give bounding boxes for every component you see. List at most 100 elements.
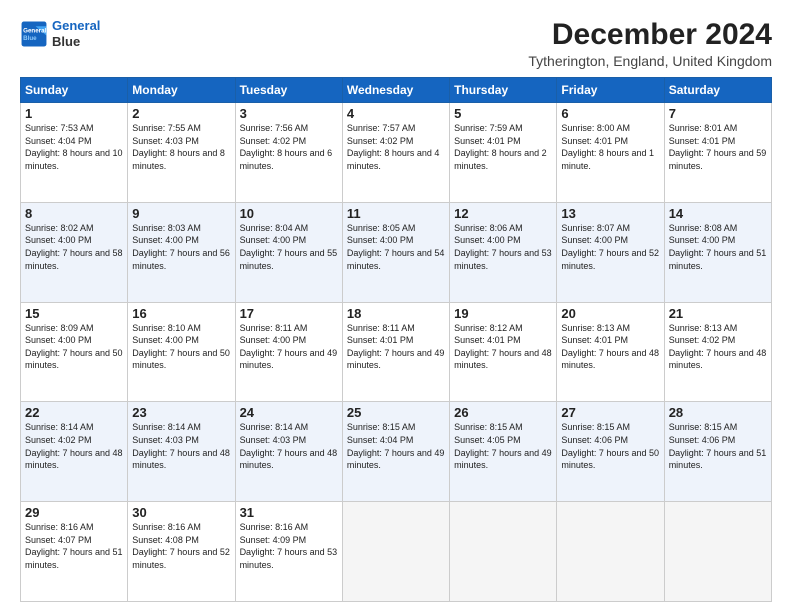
day-info: Sunrise: 8:01 AMSunset: 4:01 PMDaylight:… (669, 122, 767, 172)
day-info: Sunrise: 8:11 AMSunset: 4:00 PMDaylight:… (240, 322, 338, 372)
day-info: Sunrise: 7:59 AMSunset: 4:01 PMDaylight:… (454, 122, 552, 172)
day-info: Sunrise: 8:08 AMSunset: 4:00 PMDaylight:… (669, 222, 767, 272)
calendar-cell: 4Sunrise: 7:57 AMSunset: 4:02 PMDaylight… (342, 103, 449, 203)
calendar-cell: 25Sunrise: 8:15 AMSunset: 4:04 PMDayligh… (342, 402, 449, 502)
day-number: 5 (454, 106, 552, 121)
day-number: 13 (561, 206, 659, 221)
logo: General Blue General Blue (20, 18, 100, 49)
day-number: 26 (454, 405, 552, 420)
day-number: 1 (25, 106, 123, 121)
day-info: Sunrise: 8:16 AMSunset: 4:08 PMDaylight:… (132, 521, 230, 571)
day-number: 27 (561, 405, 659, 420)
day-number: 3 (240, 106, 338, 121)
day-info: Sunrise: 8:15 AMSunset: 4:06 PMDaylight:… (669, 421, 767, 471)
day-info: Sunrise: 8:16 AMSunset: 4:09 PMDaylight:… (240, 521, 338, 571)
day-info: Sunrise: 8:03 AMSunset: 4:00 PMDaylight:… (132, 222, 230, 272)
svg-text:Blue: Blue (23, 35, 37, 42)
page: General Blue General Blue December 2024 … (0, 0, 792, 612)
day-number: 12 (454, 206, 552, 221)
calendar-header-saturday: Saturday (664, 78, 771, 103)
calendar-row-3: 22Sunrise: 8:14 AMSunset: 4:02 PMDayligh… (21, 402, 772, 502)
day-number: 4 (347, 106, 445, 121)
calendar-row-2: 15Sunrise: 8:09 AMSunset: 4:00 PMDayligh… (21, 302, 772, 402)
calendar-row-1: 8Sunrise: 8:02 AMSunset: 4:00 PMDaylight… (21, 202, 772, 302)
calendar-cell: 9Sunrise: 8:03 AMSunset: 4:00 PMDaylight… (128, 202, 235, 302)
calendar-cell: 13Sunrise: 8:07 AMSunset: 4:00 PMDayligh… (557, 202, 664, 302)
calendar-header-row: SundayMondayTuesdayWednesdayThursdayFrid… (21, 78, 772, 103)
calendar-header-friday: Friday (557, 78, 664, 103)
day-number: 28 (669, 405, 767, 420)
day-info: Sunrise: 8:07 AMSunset: 4:00 PMDaylight:… (561, 222, 659, 272)
day-info: Sunrise: 8:15 AMSunset: 4:05 PMDaylight:… (454, 421, 552, 471)
day-number: 21 (669, 306, 767, 321)
day-number: 22 (25, 405, 123, 420)
day-number: 14 (669, 206, 767, 221)
svg-text:General: General (23, 27, 46, 34)
calendar-cell (342, 502, 449, 602)
day-info: Sunrise: 7:56 AMSunset: 4:02 PMDaylight:… (240, 122, 338, 172)
calendar-header-sunday: Sunday (21, 78, 128, 103)
calendar-cell: 17Sunrise: 8:11 AMSunset: 4:00 PMDayligh… (235, 302, 342, 402)
day-number: 8 (25, 206, 123, 221)
day-number: 2 (132, 106, 230, 121)
day-info: Sunrise: 8:13 AMSunset: 4:01 PMDaylight:… (561, 322, 659, 372)
main-title: December 2024 (528, 18, 772, 51)
calendar-cell: 2Sunrise: 7:55 AMSunset: 4:03 PMDaylight… (128, 103, 235, 203)
calendar-cell: 27Sunrise: 8:15 AMSunset: 4:06 PMDayligh… (557, 402, 664, 502)
calendar-cell: 3Sunrise: 7:56 AMSunset: 4:02 PMDaylight… (235, 103, 342, 203)
calendar-cell: 12Sunrise: 8:06 AMSunset: 4:00 PMDayligh… (450, 202, 557, 302)
day-info: Sunrise: 8:14 AMSunset: 4:03 PMDaylight:… (132, 421, 230, 471)
day-info: Sunrise: 8:00 AMSunset: 4:01 PMDaylight:… (561, 122, 659, 172)
calendar-cell: 20Sunrise: 8:13 AMSunset: 4:01 PMDayligh… (557, 302, 664, 402)
calendar-cell: 24Sunrise: 8:14 AMSunset: 4:03 PMDayligh… (235, 402, 342, 502)
day-info: Sunrise: 8:04 AMSunset: 4:00 PMDaylight:… (240, 222, 338, 272)
day-number: 16 (132, 306, 230, 321)
calendar-cell: 31Sunrise: 8:16 AMSunset: 4:09 PMDayligh… (235, 502, 342, 602)
day-info: Sunrise: 8:15 AMSunset: 4:04 PMDaylight:… (347, 421, 445, 471)
calendar-cell (664, 502, 771, 602)
day-info: Sunrise: 8:15 AMSunset: 4:06 PMDaylight:… (561, 421, 659, 471)
calendar-cell: 10Sunrise: 8:04 AMSunset: 4:00 PMDayligh… (235, 202, 342, 302)
calendar-cell: 19Sunrise: 8:12 AMSunset: 4:01 PMDayligh… (450, 302, 557, 402)
day-number: 19 (454, 306, 552, 321)
day-info: Sunrise: 8:14 AMSunset: 4:02 PMDaylight:… (25, 421, 123, 471)
calendar-header-tuesday: Tuesday (235, 78, 342, 103)
calendar-cell: 29Sunrise: 8:16 AMSunset: 4:07 PMDayligh… (21, 502, 128, 602)
logo-icon: General Blue (20, 20, 48, 48)
day-number: 10 (240, 206, 338, 221)
calendar-cell: 7Sunrise: 8:01 AMSunset: 4:01 PMDaylight… (664, 103, 771, 203)
day-info: Sunrise: 8:02 AMSunset: 4:00 PMDaylight:… (25, 222, 123, 272)
day-number: 24 (240, 405, 338, 420)
calendar-cell: 8Sunrise: 8:02 AMSunset: 4:00 PMDaylight… (21, 202, 128, 302)
day-info: Sunrise: 8:05 AMSunset: 4:00 PMDaylight:… (347, 222, 445, 272)
day-number: 7 (669, 106, 767, 121)
day-number: 15 (25, 306, 123, 321)
calendar-row-4: 29Sunrise: 8:16 AMSunset: 4:07 PMDayligh… (21, 502, 772, 602)
subtitle: Tytherington, England, United Kingdom (528, 53, 772, 69)
day-number: 20 (561, 306, 659, 321)
calendar-cell: 22Sunrise: 8:14 AMSunset: 4:02 PMDayligh… (21, 402, 128, 502)
day-info: Sunrise: 8:06 AMSunset: 4:00 PMDaylight:… (454, 222, 552, 272)
day-info: Sunrise: 8:10 AMSunset: 4:00 PMDaylight:… (132, 322, 230, 372)
calendar-cell: 30Sunrise: 8:16 AMSunset: 4:08 PMDayligh… (128, 502, 235, 602)
header: General Blue General Blue December 2024 … (20, 18, 772, 69)
day-number: 23 (132, 405, 230, 420)
day-number: 9 (132, 206, 230, 221)
day-number: 29 (25, 505, 123, 520)
day-info: Sunrise: 8:16 AMSunset: 4:07 PMDaylight:… (25, 521, 123, 571)
calendar-cell (450, 502, 557, 602)
calendar-cell: 23Sunrise: 8:14 AMSunset: 4:03 PMDayligh… (128, 402, 235, 502)
calendar-header-monday: Monday (128, 78, 235, 103)
calendar-cell: 21Sunrise: 8:13 AMSunset: 4:02 PMDayligh… (664, 302, 771, 402)
calendar-header-thursday: Thursday (450, 78, 557, 103)
calendar-cell: 14Sunrise: 8:08 AMSunset: 4:00 PMDayligh… (664, 202, 771, 302)
day-info: Sunrise: 7:55 AMSunset: 4:03 PMDaylight:… (132, 122, 230, 172)
logo-text: General Blue (52, 18, 100, 49)
day-number: 31 (240, 505, 338, 520)
day-info: Sunrise: 8:12 AMSunset: 4:01 PMDaylight:… (454, 322, 552, 372)
day-info: Sunrise: 8:11 AMSunset: 4:01 PMDaylight:… (347, 322, 445, 372)
day-number: 17 (240, 306, 338, 321)
calendar-cell: 5Sunrise: 7:59 AMSunset: 4:01 PMDaylight… (450, 103, 557, 203)
day-info: Sunrise: 8:14 AMSunset: 4:03 PMDaylight:… (240, 421, 338, 471)
calendar-cell: 6Sunrise: 8:00 AMSunset: 4:01 PMDaylight… (557, 103, 664, 203)
